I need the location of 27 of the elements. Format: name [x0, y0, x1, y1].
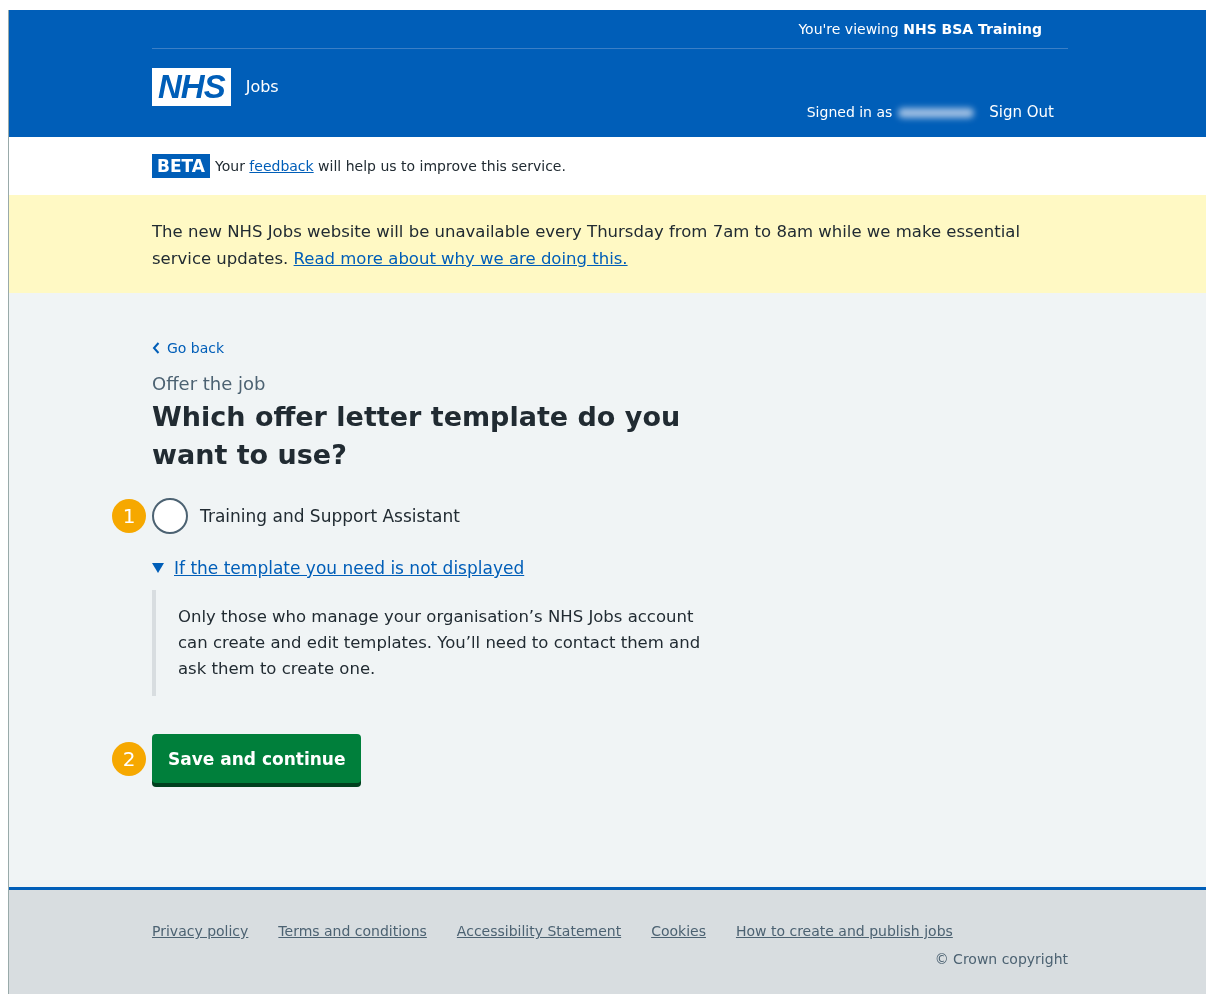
service-name: Jobs	[245, 77, 279, 96]
footer-link[interactable]: How to create and publish jobs	[735, 923, 953, 939]
footer-link[interactable]: Terms and conditions	[278, 923, 427, 939]
feedback-message: Your feedback will help us to improve this service.	[215, 158, 566, 174]
page-caption: Offer the job	[152, 373, 267, 394]
footer-link[interactable]: Accessibility Statement	[456, 923, 622, 939]
triangle-down-icon	[152, 563, 164, 573]
callout-marker: 1	[112, 499, 146, 533]
signed-in-label: Signed in as	[806, 104, 893, 120]
page-heading: Which offer letter template do you want to use?	[152, 400, 682, 472]
footer-link[interactable]: Cookies	[651, 923, 706, 939]
footer-link[interactable]: Privacy policy	[152, 923, 249, 939]
beta-tag: BETA	[152, 154, 210, 178]
read-more-link[interactable]: Read more about why we are doing this.	[293, 249, 628, 268]
sign-out-link[interactable]: Sign Out	[989, 103, 1054, 121]
copyright-text: © Crown copyright	[933, 951, 1068, 967]
callout-marker: 2	[112, 741, 146, 776]
nhs-logo[interactable]: NHS	[152, 68, 231, 106]
feedback-link[interactable]: feedback	[249, 158, 314, 174]
service-notice: The new NHS Jobs website will be unavailable every Thursday from 7am to 8am while we make essential service updates. Read more about why we are doing this.	[152, 221, 1021, 270]
viewing-org-text: You're viewing NHS BSA Training	[798, 21, 1042, 37]
radio-button[interactable]	[152, 498, 188, 534]
back-link[interactable]: Go back	[152, 340, 1068, 356]
chevron-left-icon	[152, 342, 160, 354]
details-text: Only those who manage your organisation’s NHS Jobs account can create and edit templates. You’ll need to contact them and ask them to create one.	[152, 590, 718, 696]
details-summary-link[interactable]: If the template you need is not displayed	[152, 558, 1068, 578]
radio-label[interactable]: Training and Support Assistant	[200, 506, 460, 526]
